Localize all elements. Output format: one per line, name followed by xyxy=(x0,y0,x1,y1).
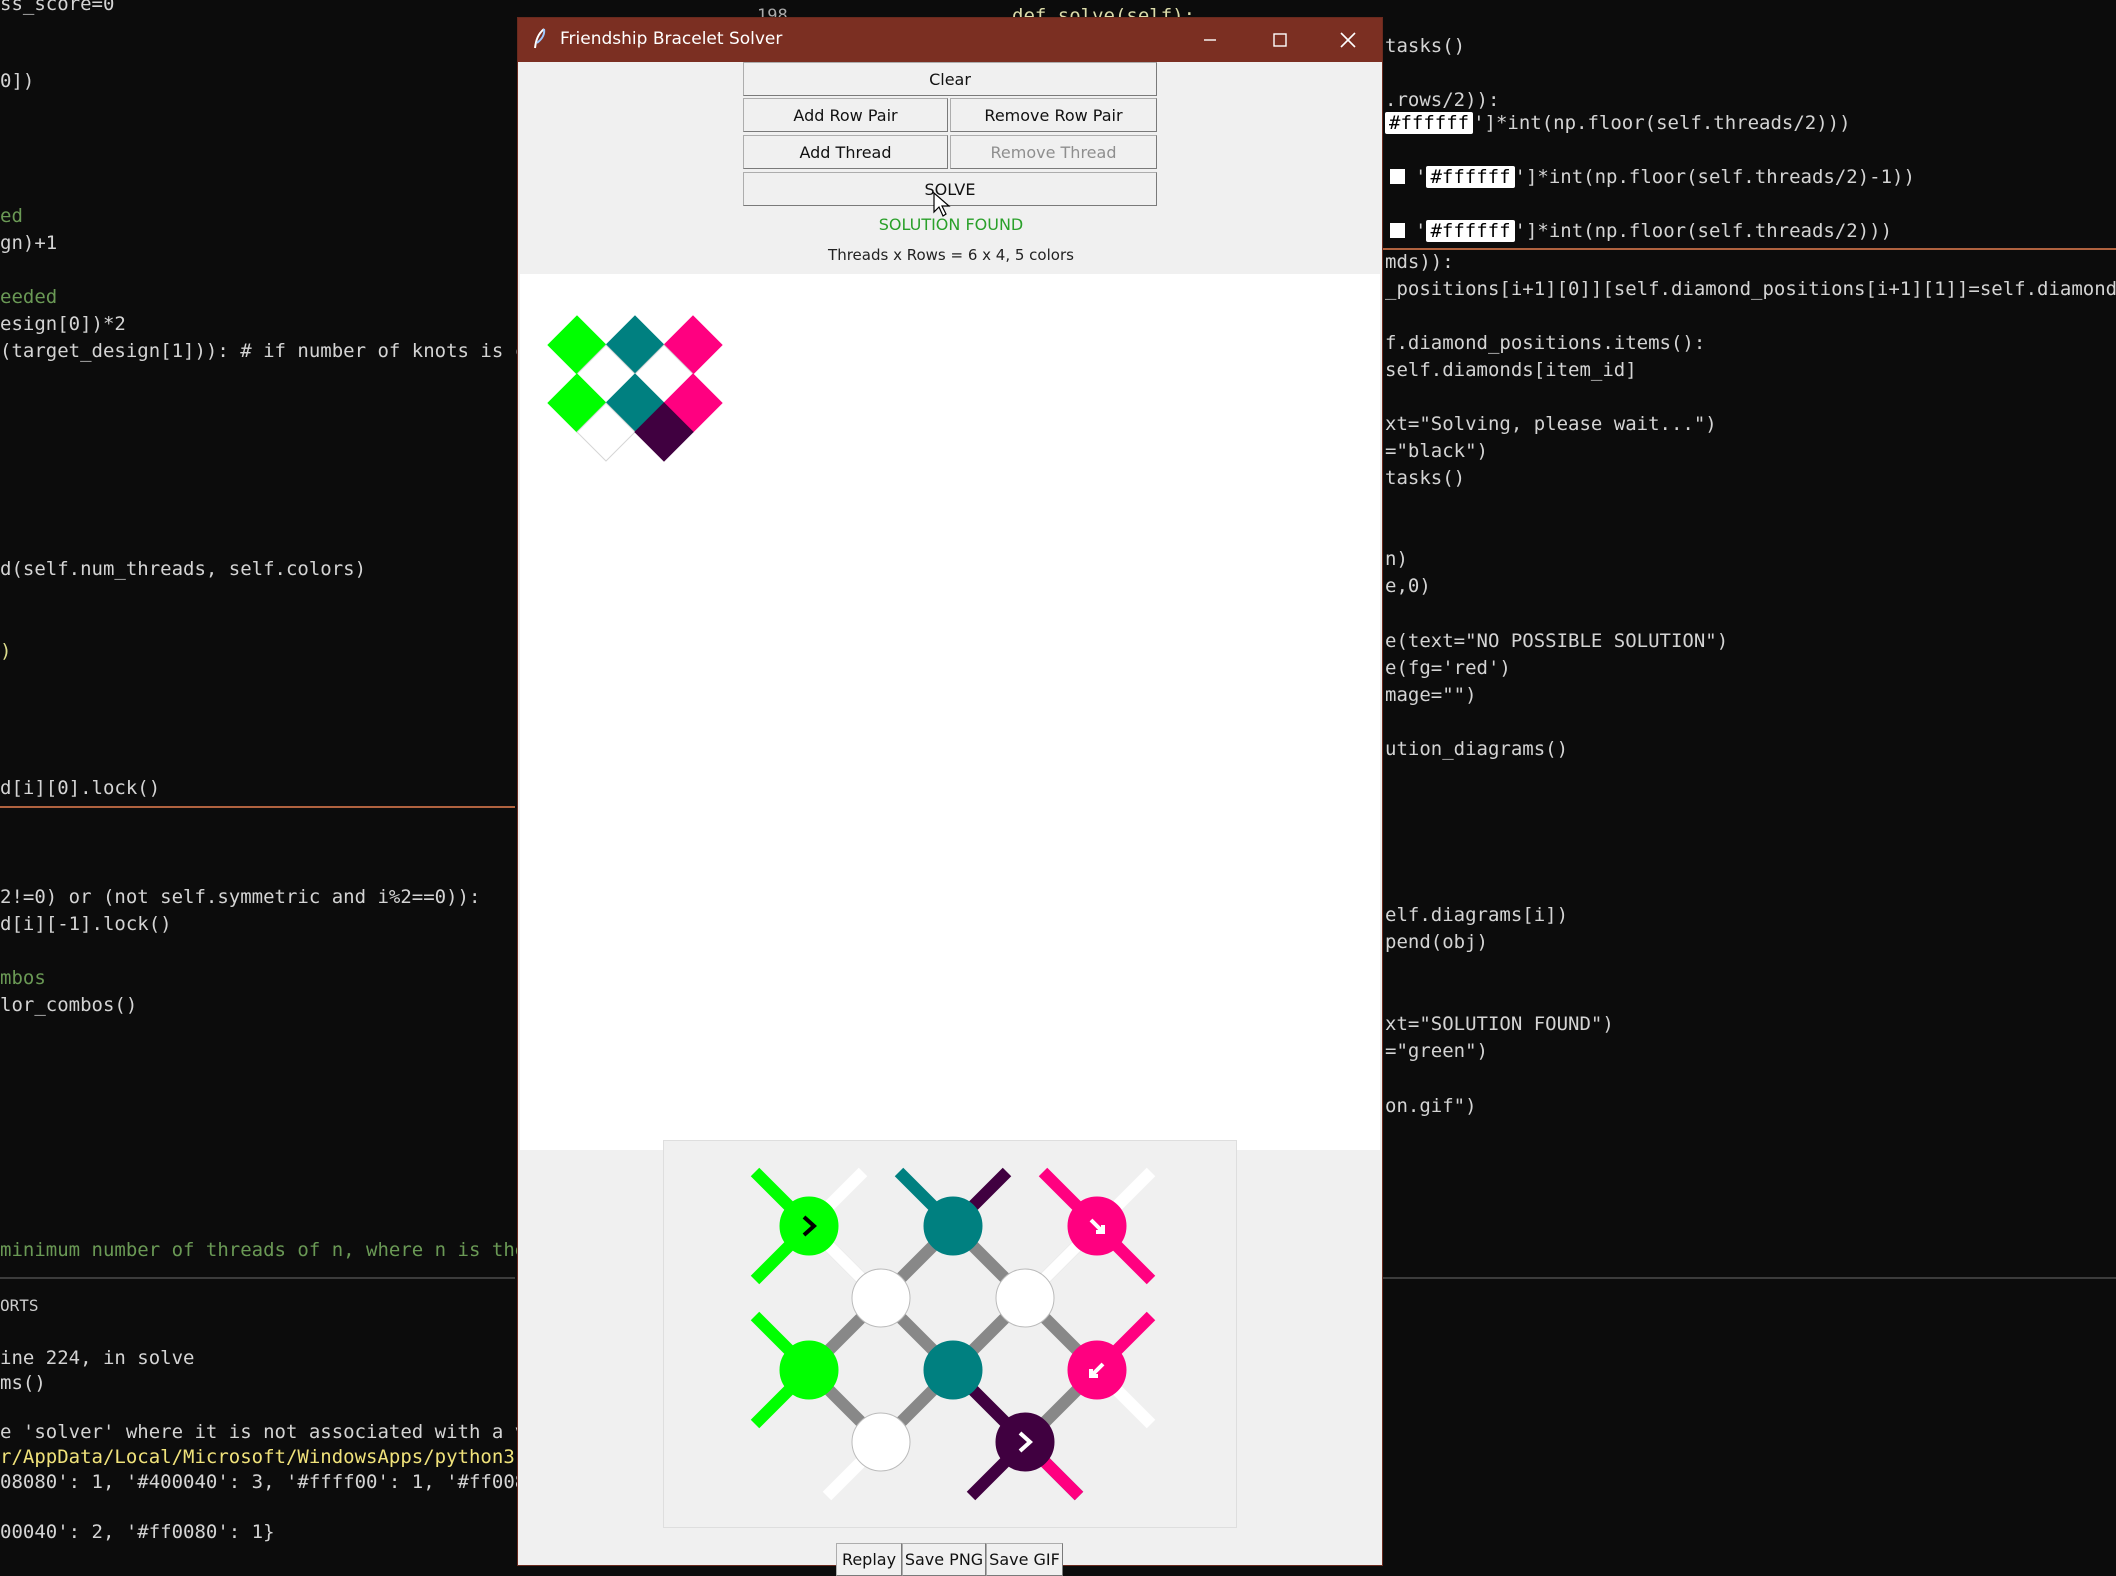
code-line: 00040': 2, '#ff0080': 1} xyxy=(0,1521,275,1543)
code-line: elf.diagrams[i]) xyxy=(1385,904,1569,926)
code-line: r/AppData/Local/Microsoft/WindowsApps/py… xyxy=(0,1446,561,1468)
code-line-highlight: ' #ffffff ']*int(np.floor(self.threads/2))… xyxy=(1390,219,1892,243)
status-label: SOLUTION FOUND xyxy=(878,215,1024,234)
knot xyxy=(995,1412,1055,1472)
save-png-button[interactable]: Save PNG xyxy=(902,1543,986,1576)
app-window: Friendship Bracelet Solver Clear Add Row… xyxy=(517,17,1383,1576)
save-gif-button[interactable]: Save GIF xyxy=(986,1543,1063,1576)
code-line: xt="SOLUTION FOUND") xyxy=(1385,1013,1614,1035)
code-line: d[i][-1].lock() xyxy=(0,913,172,935)
code-line: mbos xyxy=(0,967,46,989)
clear-button[interactable]: Clear xyxy=(743,62,1157,96)
code-line: self.diamonds[item_id] xyxy=(1385,359,1637,381)
editor-divider xyxy=(0,806,515,808)
terminal-tab-ports[interactable]: ORTS xyxy=(0,1294,39,1318)
design-grid[interactable] xyxy=(520,274,1380,1150)
code-line-highlight: ' #ffffff ']*int(np.floor(self.threads/2)-… xyxy=(1390,165,1915,189)
code-line: mds)): xyxy=(1385,251,1454,273)
code-line: .rows/2)): xyxy=(1385,89,1500,111)
code-line: lor_combos() xyxy=(0,994,138,1016)
code-line: xt="Solving, please wait...") xyxy=(1385,413,1717,435)
mouse-cursor-icon xyxy=(933,192,951,217)
window-title: Friendship Bracelet Solver xyxy=(560,29,783,49)
code-line: (target_design[1])): # if number of knot… xyxy=(0,340,550,362)
knot xyxy=(779,1196,839,1256)
code-line: esign[0])*2 xyxy=(0,313,126,335)
close-icon xyxy=(1340,32,1356,48)
code-line: d(self.num_threads, self.colors) xyxy=(0,558,367,580)
panel-divider-right xyxy=(1383,1277,2116,1279)
threads-rows-info: Threads x Rows = 6 x 4, 5 colors xyxy=(828,246,1074,264)
knot xyxy=(923,1340,983,1400)
remove-thread-button[interactable]: Remove Thread xyxy=(950,135,1157,169)
code-line: f.diamond_positions.items(): xyxy=(1385,332,1706,354)
code-line-highlight: #ffffff ']*int(np.floor(self.threads/2))) xyxy=(1385,111,1851,135)
code-line: 08080': 1, '#400040': 3, '#ffff00': 1, '… xyxy=(0,1471,561,1493)
code-line: ine 224, in solve xyxy=(0,1347,195,1369)
editor-divider-right xyxy=(1383,248,2116,250)
code-line: e(fg='red') xyxy=(1385,657,1511,679)
code-line: ms() xyxy=(0,1372,46,1394)
add-thread-button[interactable]: Add Thread xyxy=(743,135,948,169)
code-line: e,0) xyxy=(1385,575,1431,597)
code-line: ss_score=0 xyxy=(0,0,115,15)
code-line: e(text="NO POSSIBLE SOLUTION") xyxy=(1385,630,1729,652)
design-canvas[interactable] xyxy=(520,274,1380,1150)
code-line: ="black") xyxy=(1385,440,1488,462)
code-line: ="green") xyxy=(1385,1040,1488,1062)
code-line: tasks() xyxy=(1385,467,1466,489)
code-line: tasks() xyxy=(1385,35,1466,57)
minimize-icon xyxy=(1204,39,1216,41)
code-line: 2!=0) or (not self.symmetric and i%2==0)… xyxy=(0,886,481,908)
knot-diagram xyxy=(750,1167,1156,1501)
minimize-button[interactable] xyxy=(1178,18,1242,62)
code-line: pend(obj) xyxy=(1385,931,1488,953)
feather-icon xyxy=(534,28,546,49)
knot xyxy=(851,1268,911,1328)
code-line: e 'solver' where it is not associated wi… xyxy=(0,1421,561,1443)
color-swatch-highlight: #ffffff xyxy=(1426,220,1515,242)
remove-row-pair-button[interactable]: Remove Row Pair xyxy=(950,98,1157,132)
code-line: ution_diagrams() xyxy=(1385,738,1569,760)
code-line: ed xyxy=(0,205,23,227)
code-line: n) xyxy=(1385,548,1408,570)
code-line: ) xyxy=(0,640,12,662)
add-row-pair-button[interactable]: Add Row Pair xyxy=(743,98,948,132)
code-line: minimum number of threads of n, where n … xyxy=(0,1239,550,1261)
code-line: gn)+1 xyxy=(0,232,58,254)
knot xyxy=(779,1340,839,1400)
close-button[interactable] xyxy=(1316,18,1380,62)
knot xyxy=(851,1412,911,1472)
color-swatch-highlight: #ffffff xyxy=(1385,112,1474,134)
knot xyxy=(995,1268,1055,1328)
title-bar[interactable]: Friendship Bracelet Solver xyxy=(518,18,1382,62)
code-line: eeded xyxy=(0,286,58,308)
checkbox-icon xyxy=(1390,169,1405,184)
color-swatch-highlight: #ffffff xyxy=(1426,166,1515,188)
knot xyxy=(923,1196,983,1256)
code-line: _positions[i+1][0]][self.diamond_positio… xyxy=(1385,278,2116,300)
code-line: mage="") xyxy=(1385,684,1477,706)
checkbox-icon xyxy=(1390,223,1405,238)
code-line: d[i][0].lock() xyxy=(0,777,161,799)
knot-diagram-frame xyxy=(663,1140,1237,1528)
code-line: on.gif") xyxy=(1385,1095,1477,1117)
maximize-button[interactable] xyxy=(1248,18,1312,62)
replay-button[interactable]: Replay xyxy=(836,1543,902,1576)
code-line: 0]) xyxy=(0,70,35,92)
panel-divider xyxy=(0,1277,515,1279)
maximize-icon xyxy=(1273,33,1287,47)
